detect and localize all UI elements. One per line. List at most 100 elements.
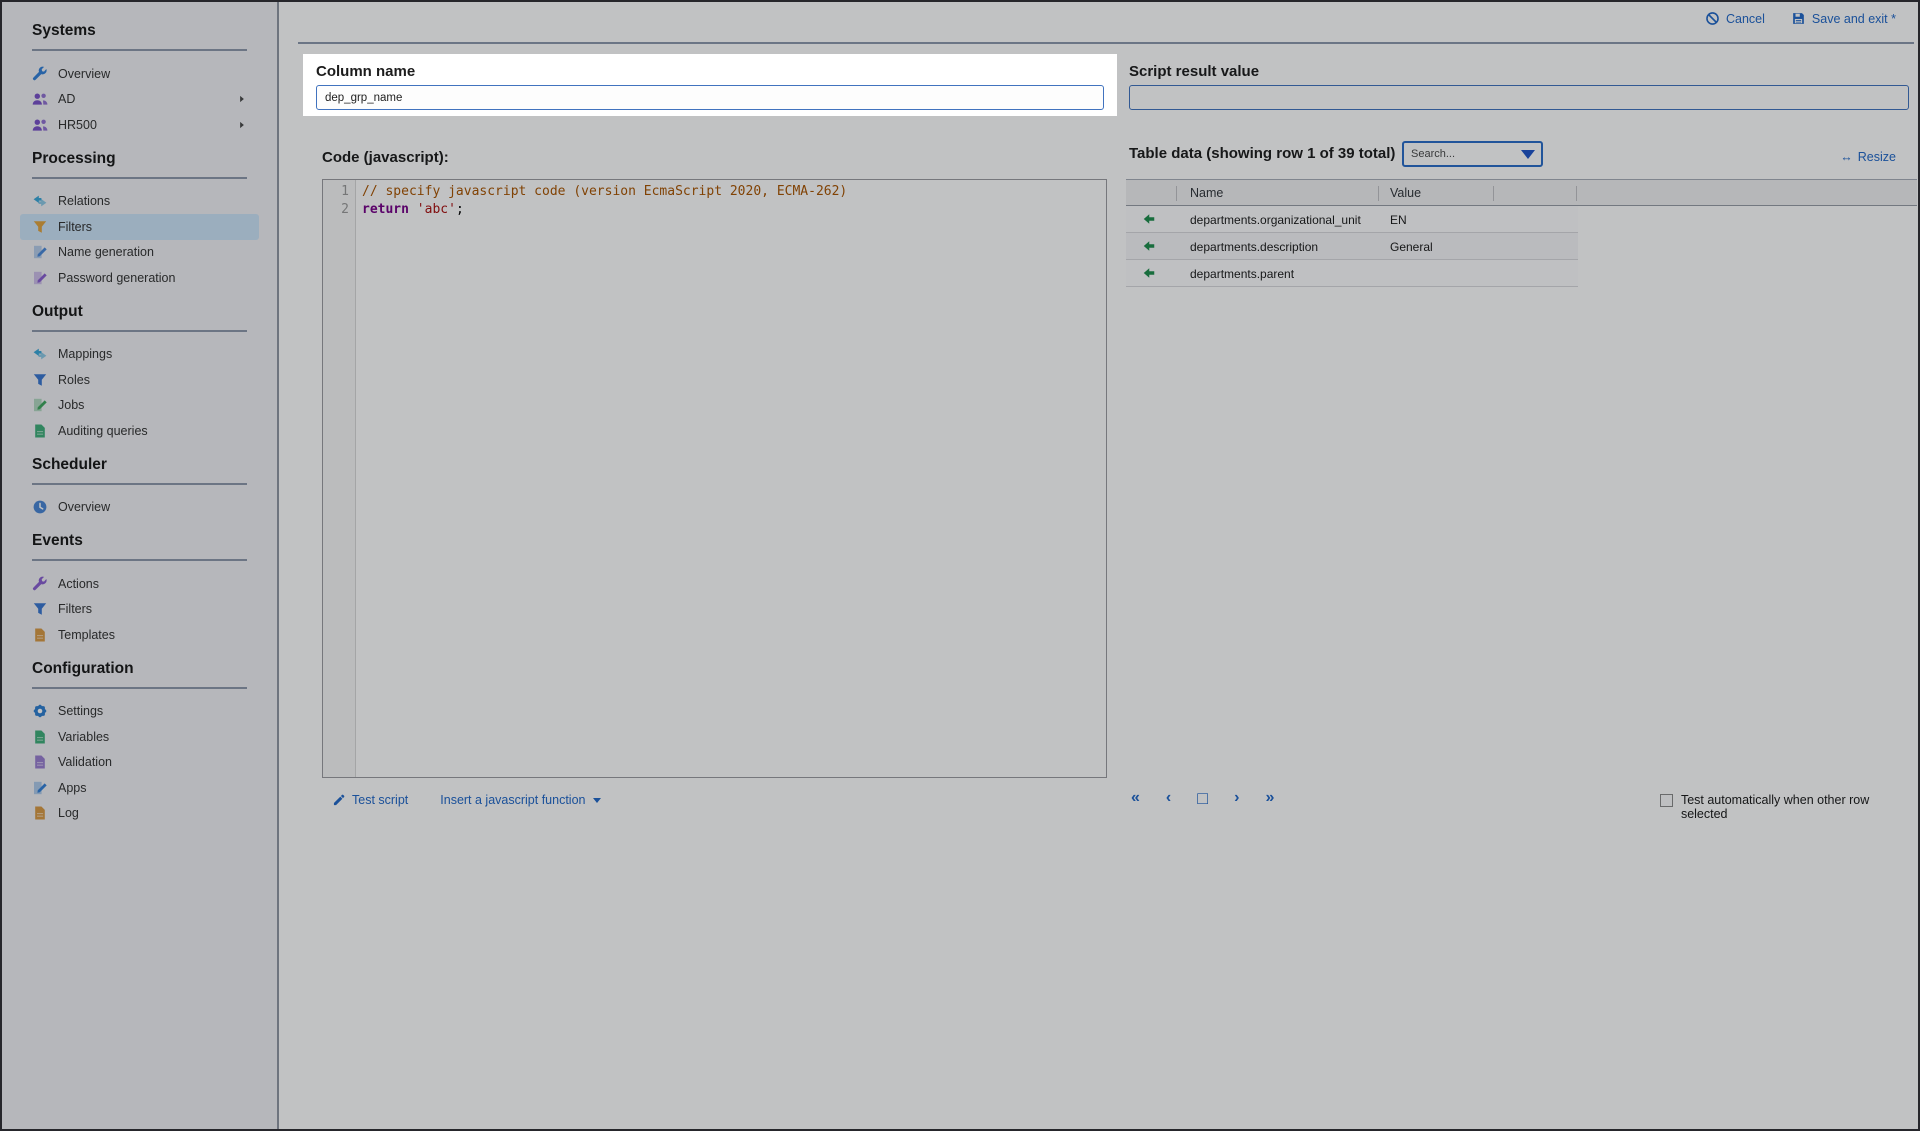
sidebar-item-overview[interactable]: Overview bbox=[20, 61, 259, 87]
insert-column-arrow-icon[interactable] bbox=[1142, 239, 1156, 253]
row-name: departments.organizational_unit bbox=[1190, 213, 1361, 227]
sidebar-item-label: Variables bbox=[58, 730, 109, 744]
insert-function-label: Insert a javascript function bbox=[440, 793, 585, 807]
sidebar-section-systems: Systems Overview AD HR500 bbox=[2, 10, 277, 138]
sidebar-item-ad[interactable]: AD bbox=[20, 87, 259, 113]
pencil-doc-icon bbox=[32, 244, 48, 260]
main-content: Cancel Save and exit * Column name Scrip… bbox=[279, 2, 1918, 1129]
submenu-chevron-icon bbox=[237, 120, 247, 130]
sidebar-section-divider bbox=[32, 687, 247, 689]
resize-icon: ↔ bbox=[1840, 150, 1853, 164]
sidebar-item-label: AD bbox=[58, 92, 75, 106]
code-line: // specify javascript code (version Ecma… bbox=[362, 183, 847, 201]
column-name-panel: Column name bbox=[303, 54, 1117, 116]
sidebar-item-label: Jobs bbox=[58, 398, 84, 412]
sidebar-section-title: Processing bbox=[32, 138, 247, 177]
sidebar-section-title: Systems bbox=[32, 10, 247, 49]
search-placeholder: Search... bbox=[1404, 148, 1521, 160]
test-script-button[interactable]: Test script bbox=[332, 793, 408, 807]
resize-button[interactable]: ↔ Resize bbox=[1840, 150, 1896, 164]
code-gutter: 12 bbox=[323, 180, 356, 777]
sidebar-item-label: HR500 bbox=[58, 118, 97, 132]
sidebar-item-password-generation[interactable]: Password generation bbox=[20, 265, 259, 291]
script-result-label: Script result value bbox=[1129, 63, 1259, 80]
sidebar-item-validation[interactable]: Validation bbox=[20, 750, 259, 776]
column-header-name: Name bbox=[1190, 186, 1223, 200]
clock-icon bbox=[32, 499, 48, 515]
sidebar-item-jobs[interactable]: Jobs bbox=[20, 393, 259, 419]
save-icon bbox=[1791, 11, 1806, 26]
insert-column-arrow-icon[interactable] bbox=[1142, 266, 1156, 280]
sidebar-item-label: Overview bbox=[58, 500, 110, 514]
code-line: return 'abc'; bbox=[362, 201, 847, 219]
column-name-input[interactable] bbox=[316, 85, 1104, 110]
sidebar-item-filters[interactable]: Filters bbox=[20, 597, 259, 623]
save-and-exit-button[interactable]: Save and exit * bbox=[1791, 11, 1896, 26]
page-first-button[interactable]: « bbox=[1131, 790, 1140, 806]
funnel-icon bbox=[32, 219, 48, 235]
document-icon bbox=[32, 754, 48, 770]
sidebar-item-label: Password generation bbox=[58, 271, 175, 285]
sidebar-item-label: Templates bbox=[58, 628, 115, 642]
sidebar-section-configuration: ConfigurationSettingsVariablesValidation… bbox=[2, 648, 277, 827]
document-icon bbox=[32, 627, 48, 643]
sidebar-item-name-generation[interactable]: Name generation bbox=[20, 240, 259, 266]
sidebar-item-roles[interactable]: Roles bbox=[20, 367, 259, 393]
sidebar-item-label: Filters bbox=[58, 602, 92, 616]
page-prev-button[interactable]: ‹ bbox=[1166, 790, 1171, 806]
table-row[interactable]: departments.descriptionGeneral bbox=[1126, 233, 1578, 260]
sidebar-item-mappings[interactable]: Mappings bbox=[20, 342, 259, 368]
search-combobox[interactable]: Search... bbox=[1402, 141, 1543, 167]
sidebar-item-templates[interactable]: Templates bbox=[20, 622, 259, 648]
resize-label: Resize bbox=[1858, 150, 1896, 164]
auto-test-checkbox[interactable] bbox=[1660, 794, 1673, 807]
code-token-keyword: return bbox=[362, 202, 409, 217]
app-window: Systems Overview AD HR500 Processing Relation… bbox=[0, 0, 1920, 1131]
page-current-button[interactable]: □ bbox=[1197, 789, 1208, 807]
page-last-button[interactable]: » bbox=[1265, 790, 1274, 806]
auto-test-option: Test automatically when other row select… bbox=[1660, 793, 1918, 821]
submenu-chevron-icon bbox=[237, 94, 247, 104]
sidebar-section-title: Output bbox=[32, 291, 247, 330]
sidebar-item-auditing-queries[interactable]: Auditing queries bbox=[20, 418, 259, 444]
sidebar-item-overview[interactable]: Overview bbox=[20, 495, 259, 521]
sidebar-item-log[interactable]: Log bbox=[20, 801, 259, 827]
funnel-icon bbox=[32, 601, 48, 617]
sidebar-item-settings[interactable]: Settings bbox=[20, 699, 259, 725]
column-header-value: Value bbox=[1390, 186, 1421, 200]
sidebar-item-label: Mappings bbox=[58, 347, 112, 361]
header-divider bbox=[1378, 186, 1379, 201]
pencil-doc-icon bbox=[32, 397, 48, 413]
sidebar-item-relations[interactable]: Relations bbox=[20, 189, 259, 215]
cancel-button[interactable]: Cancel bbox=[1705, 11, 1765, 26]
pencil-doc-icon bbox=[32, 780, 48, 796]
sidebar-section-divider bbox=[32, 177, 247, 179]
insert-function-button[interactable]: Insert a javascript function bbox=[440, 793, 601, 807]
sidebar-item-apps[interactable]: Apps bbox=[20, 775, 259, 801]
code-line-number: 1 bbox=[323, 183, 355, 201]
column-name-label: Column name bbox=[316, 63, 415, 80]
sidebar-item-actions[interactable]: Actions bbox=[20, 571, 259, 597]
table-row[interactable]: departments.parent bbox=[1126, 260, 1578, 287]
sidebar-item-variables[interactable]: Variables bbox=[20, 724, 259, 750]
insert-column-arrow-icon[interactable] bbox=[1142, 212, 1156, 226]
sidebar-item-label: Settings bbox=[58, 704, 103, 718]
sidebar: Systems Overview AD HR500 Processing Relation… bbox=[2, 2, 279, 1129]
sidebar-item-filters[interactable]: Filters bbox=[20, 214, 259, 240]
page-next-button[interactable]: › bbox=[1234, 790, 1239, 806]
sidebar-item-label: Actions bbox=[58, 577, 99, 591]
document-icon bbox=[32, 423, 48, 439]
wrench-icon bbox=[32, 66, 48, 82]
code-editor[interactable]: 12 // specify javascript code (version E… bbox=[322, 179, 1107, 778]
cancel-icon bbox=[1705, 11, 1720, 26]
sidebar-section-divider bbox=[32, 559, 247, 561]
sidebar-item-label: Log bbox=[58, 806, 79, 820]
table-row[interactable]: departments.organizational_unitEN bbox=[1126, 206, 1578, 233]
script-result-input[interactable] bbox=[1129, 85, 1909, 110]
caret-down-icon bbox=[593, 798, 601, 803]
sidebar-item-hr500[interactable]: HR500 bbox=[20, 112, 259, 138]
code-token-plain: ; bbox=[456, 202, 464, 217]
sidebar-section-divider bbox=[32, 330, 247, 332]
people-icon bbox=[32, 91, 48, 107]
code-token-string: 'abc' bbox=[417, 202, 456, 217]
